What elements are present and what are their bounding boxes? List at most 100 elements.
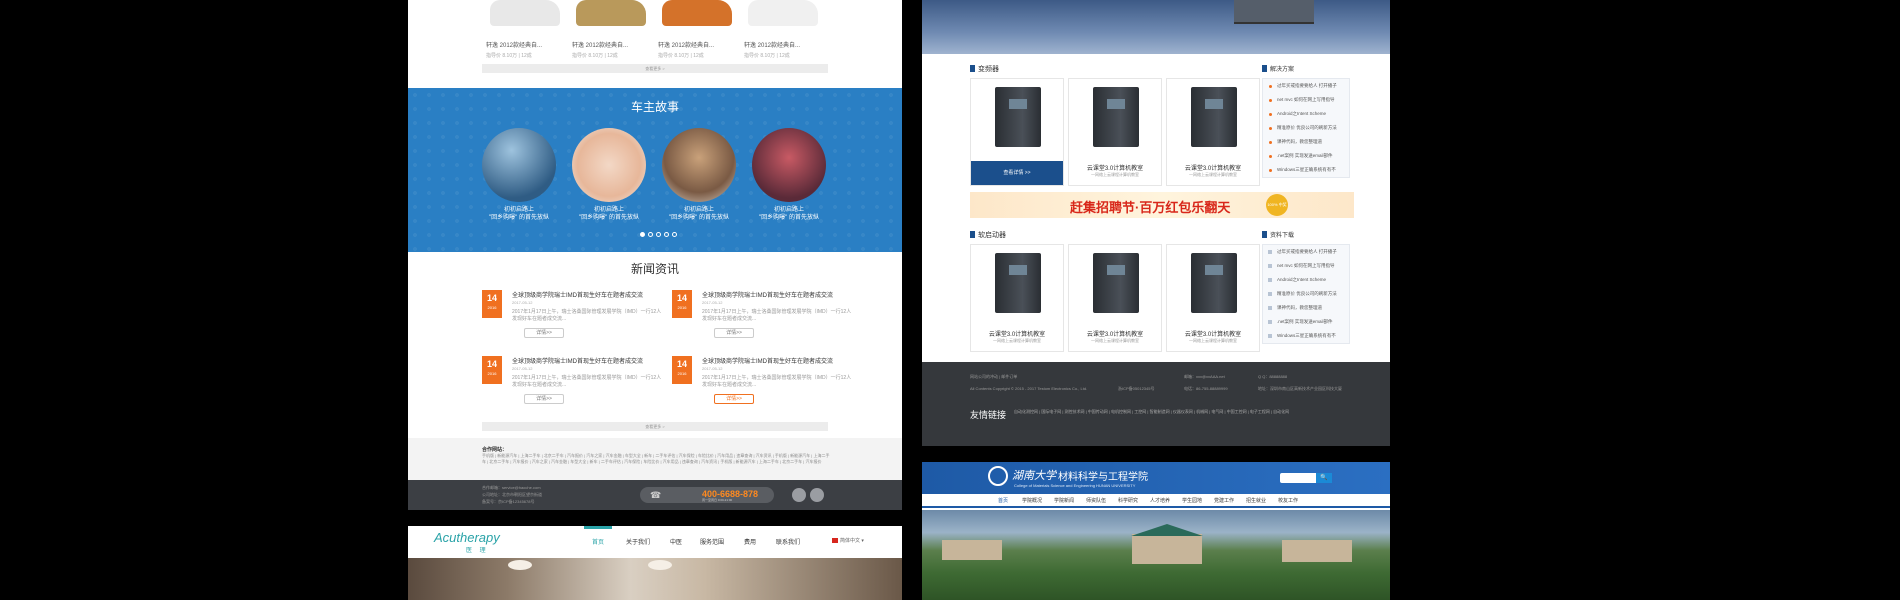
nav-fees[interactable]: 费用	[744, 537, 756, 546]
detail-button[interactable]: 详情>>	[714, 394, 754, 404]
car-title[interactable]: 轩逸 2012款经典自...	[568, 40, 654, 49]
product-card[interactable]: 查看详情 >>	[970, 78, 1064, 186]
news-summary: 2017年1月17日上午，瑞士洛桑国际管理发展学院（IMD）一行12人发现好车在…	[702, 375, 852, 388]
nav-contact[interactable]: 联系我们	[776, 537, 800, 546]
footer-address: 公司地址：北京市朝阳区望京街道	[482, 492, 542, 497]
footer-links[interactable]: 网站公司的冲动 | 邮件订单	[970, 374, 1017, 380]
nav-admission[interactable]: 招生就业	[1246, 497, 1266, 504]
detail-button[interactable]: 详情>>	[524, 394, 564, 404]
solution-link[interactable]: Android之Intent Scheme	[1263, 107, 1349, 121]
carousel-dot[interactable]	[648, 232, 653, 237]
news-headline[interactable]: 全球顶级商学院瑞士IMD首现生好车在题者成交流	[512, 356, 643, 365]
nav-students[interactable]: 学生园地	[1182, 497, 1202, 504]
carousel-dot[interactable]	[664, 232, 669, 237]
product-title[interactable]: 云课堂3.0计算机教室	[1167, 163, 1259, 172]
friend-links[interactable]: 自动化测控网 | 国际电子网 | 测控技术网 | 中国传动网 | 电机控制网 |…	[1014, 408, 1334, 415]
nav-tcm[interactable]: 中医	[670, 537, 682, 546]
story-photo-buildings[interactable]	[482, 128, 556, 202]
recruitment-banner[interactable]: 赶集招聘节·百万红包乐翻天 100% 中奖	[970, 192, 1354, 218]
car-card[interactable]: 轩逸 2012款经典自... 指导价 8.10万 | 12成	[568, 0, 654, 59]
nav-party[interactable]: 党建工作	[1214, 497, 1234, 504]
product-card[interactable]: 云课堂3.0计算机教室 一网络上云课程计算机教室	[1166, 78, 1260, 186]
story-caption: 初初启路上 "回乡购曝" 的首先放纵	[744, 206, 834, 222]
story-photo-woman[interactable]	[752, 128, 826, 202]
nav-education[interactable]: 人才培养	[1150, 497, 1170, 504]
owner-story-section: 车主故事 初初启路上 "回乡购曝" 的首先放纵 初初启路上 "回乡购曝" 的首先放纵…	[408, 88, 902, 252]
more-button[interactable]: 查看更多 >	[482, 422, 828, 431]
footer-copyright: All Contents Copyright © 2015 - 2017 Tes…	[970, 386, 1088, 391]
download-link[interactable]: 精准原价 优良公司的刷新方法	[1263, 287, 1349, 301]
product-card[interactable]: 云课堂3.0计算机教室 一网络上云课程计算机教室	[1068, 78, 1162, 186]
nav-services[interactable]: 服务范围	[700, 537, 724, 546]
product-title[interactable]: 云课堂3.0计算机教室	[1069, 329, 1161, 338]
carousel-dot[interactable]	[640, 232, 645, 237]
product-title[interactable]: 云课堂3.0计算机教室	[1167, 329, 1259, 338]
detail-button[interactable]: 详情>>	[524, 328, 564, 338]
search-button[interactable]: 🔍	[1316, 473, 1332, 483]
language-select[interactable]: 简体中文 ▾	[840, 537, 864, 544]
footer-email: 邮箱：xxx@xxAAA.net	[1184, 374, 1225, 379]
friend-links-title: 友情链接	[970, 410, 1007, 420]
nav-news[interactable]: 学院新闻	[1054, 497, 1074, 504]
car-card[interactable]: 轩逸 2012款经典自... 指导价 8.10万 | 12成	[740, 0, 826, 59]
solution-link[interactable]: Windows三星正确系统有有不	[1263, 163, 1349, 177]
nav-overview[interactable]: 学院概况	[1022, 497, 1042, 504]
inverter-display	[1009, 265, 1027, 275]
story-caption-sub: "回乡购曝" 的首先放纵	[489, 215, 549, 221]
car-price: 指导价 8.10万 | 12成	[486, 53, 532, 59]
footer-email: 合作邮箱：service@haoche.com	[482, 485, 541, 490]
download-link[interactable]: net mvc 如何在网上写用指导	[1263, 259, 1349, 273]
news-section-title: 新闻资讯	[630, 262, 679, 276]
more-button[interactable]: 查看更多 >	[482, 64, 828, 73]
solution-link[interactable]: 课神代码，教您整理道	[1263, 135, 1349, 149]
wechat-icon[interactable]	[810, 488, 824, 502]
news-summary: 2017年1月17日上午，瑞士洛桑国际管理发展学院（IMD）一行12人发现好车在…	[512, 375, 662, 388]
partners-links[interactable]: 手机版 | 新能源汽车 | 上海二手车 | 北京二手车 | 汽车报价 | 汽车之…	[482, 453, 832, 465]
car-site-panel: 轩逸 2012款经典自... 指导价 8.10万 | 12成 轩逸 2012款经…	[408, 0, 902, 510]
solution-link[interactable]: 精准原价 优良公司的刷新方法	[1263, 121, 1349, 135]
weibo-icon[interactable]	[792, 488, 806, 502]
banner-text: 赶集招聘节·百万红包乐翻天	[1070, 200, 1231, 215]
download-link[interactable]: Windows三星正确系统有有不	[1263, 329, 1349, 343]
inverter-image	[995, 87, 1041, 147]
download-link[interactable]: Android之Intent Scheme	[1263, 273, 1349, 287]
nav-about[interactable]: 关于我们	[626, 537, 650, 546]
download-link[interactable]: 过年买戒指要要给人 打开播子	[1263, 245, 1349, 259]
solution-link[interactable]: .net案例 实现发送email部件	[1263, 149, 1349, 163]
product-card[interactable]: 云课堂3.0计算机教室 一网络上云课程计算机教室	[970, 244, 1064, 352]
carousel-dot[interactable]	[656, 232, 661, 237]
car-card[interactable]: 轩逸 2012款经典自... 指导价 8.10万 | 12成	[482, 0, 568, 59]
nav-research[interactable]: 科学研究	[1118, 497, 1138, 504]
product-card[interactable]: 云课堂3.0计算机教室 一网络上云课程计算机教室	[1166, 244, 1260, 352]
acutherapy-logo[interactable]: Acutherapy	[434, 530, 500, 545]
product-card[interactable]: 云课堂3.0计算机教室 一网络上云课程计算机教室	[1068, 244, 1162, 352]
news-headline[interactable]: 全球顶级商学院瑞士IMD首现生好车在题者成交流	[702, 356, 833, 365]
header: 湖南大学 材料科学与工程学院 College of Materials Scie…	[922, 462, 1390, 494]
product-title[interactable]: 云课堂3.0计算机教室	[1069, 163, 1161, 172]
solution-link[interactable]: net mvc 如何在网上写用指导	[1263, 93, 1349, 107]
car-card[interactable]: 轩逸 2012款经典自... 指导价 8.10万 | 12成	[654, 0, 740, 59]
story-caption-title: 初初启路上	[773, 207, 804, 213]
nav-alumni[interactable]: 校友工作	[1278, 497, 1298, 504]
product-subtitle: 一网络上云课程计算机教室	[1189, 172, 1237, 177]
car-title[interactable]: 轩逸 2012款经典自...	[482, 40, 568, 49]
news-headline[interactable]: 全球顶级商学院瑞士IMD首现生好车在题者成交流	[702, 290, 833, 299]
carousel-dots	[640, 232, 677, 237]
nav-faculty[interactable]: 师资队伍	[1086, 497, 1106, 504]
story-photo-hands-heart[interactable]	[572, 128, 646, 202]
detail-button[interactable]: 详情>>	[714, 328, 754, 338]
car-image	[662, 0, 732, 26]
carousel-dot[interactable]	[672, 232, 677, 237]
download-link[interactable]: 课神代码，教您整理道	[1263, 301, 1349, 315]
news-headline[interactable]: 全球顶级商学院瑞士IMD首现生好车在题者成交流	[512, 290, 643, 299]
view-details-button[interactable]: 查看详情 >>	[971, 161, 1063, 185]
car-title[interactable]: 轩逸 2012款经典自...	[654, 40, 740, 49]
car-title[interactable]: 轩逸 2012款经典自...	[740, 40, 826, 49]
story-photo-woman-camera[interactable]	[662, 128, 736, 202]
nav-home[interactable]: 首页	[998, 497, 1008, 504]
solution-link[interactable]: 过年买戒指要要给人 打开播子	[1263, 79, 1349, 93]
product-title[interactable]: 云课堂3.0计算机教室	[971, 329, 1063, 338]
date-year: 2016	[677, 305, 687, 310]
nav-home[interactable]: 首页	[592, 537, 604, 546]
download-link[interactable]: .net案例 实现发送email部件	[1263, 315, 1349, 329]
